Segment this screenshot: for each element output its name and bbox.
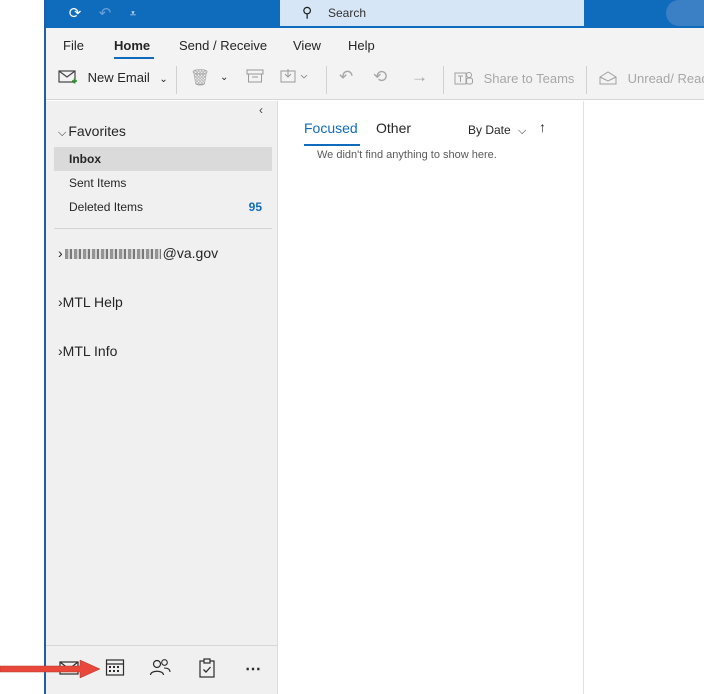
new-email-label: New Email (87, 70, 150, 85)
outlook-window: ⟳ ↶ ⩡ ⚲ Search File Home Send / Receive … (44, 0, 704, 694)
tab-home[interactable]: Home (114, 38, 150, 53)
empty-list-message: We didn't find anything to show here. (317, 149, 497, 161)
chevron-down-icon: ⌵ (518, 125, 527, 137)
new-email-icon (58, 70, 77, 84)
chevron-down-icon: ⌄ (159, 74, 168, 85)
move-icon[interactable] (280, 68, 310, 87)
people-icon[interactable] (147, 658, 173, 682)
reply-all-icon[interactable]: ⟲ (373, 67, 387, 87)
ribbon-tabs: File Home Send / Receive View Help (46, 28, 704, 60)
tab-help[interactable]: Help (348, 38, 375, 53)
tab-other[interactable]: Other (376, 120, 411, 136)
share-to-teams-button[interactable]: Share to Teams (454, 70, 574, 86)
teams-icon (454, 72, 473, 85)
tab-view[interactable]: View (293, 38, 321, 53)
sync-icon[interactable]: ⟳ (66, 5, 84, 23)
reading-pane (585, 101, 704, 694)
unread-read-label: Unread/ Read (627, 71, 704, 86)
profile-button[interactable] (666, 0, 704, 26)
annotation-arrow (0, 659, 101, 679)
focused-tab-indicator (304, 144, 360, 146)
customize-icon[interactable]: ⩡ (124, 5, 142, 23)
toolbar-divider (586, 66, 587, 94)
envelope-open-icon (599, 71, 617, 85)
title-bar: ⟳ ↶ ⩡ ⚲ Search (46, 0, 704, 28)
delete-dropdown-icon[interactable]: ⌄ (220, 72, 228, 83)
unread-count-badge: 95 (248, 200, 262, 214)
chevron-right-icon: › (58, 245, 63, 261)
desktop-margin (0, 0, 44, 694)
favorites-label: Favorites (68, 123, 126, 139)
tab-file[interactable]: File (63, 38, 84, 53)
folder-sent-items[interactable]: Sent Items (54, 171, 272, 195)
account-mtl-help[interactable]: ›MTL Help (58, 294, 123, 310)
delete-icon[interactable]: 🗑 (190, 68, 210, 88)
sort-label: By Date (468, 123, 511, 137)
folder-label: Inbox (69, 152, 101, 166)
folder-pane: ‹ ⌵ Favorites Inbox Sent Items Deleted It… (46, 101, 278, 645)
ribbon-toolbar: New Email ⌄ 🗑 ⌄ ↶ ⟲ → Share to Teams Unr… (46, 60, 704, 100)
account-label: MTL Help (62, 294, 123, 310)
sort-direction-icon[interactable]: ↑ (539, 119, 546, 135)
undo-icon[interactable]: ↶ (96, 5, 114, 23)
archive-icon[interactable] (246, 68, 264, 87)
account-primary[interactable]: › @va.gov (58, 245, 218, 261)
tab-send-receive[interactable]: Send / Receive (179, 38, 267, 53)
toolbar-divider (176, 66, 177, 94)
reply-icon[interactable]: ↶ (339, 67, 353, 87)
favorites-header[interactable]: ⌵ Favorites (58, 123, 126, 140)
more-icon[interactable]: ⋯ (240, 658, 266, 682)
sort-dropdown[interactable]: By Date ⌵ (468, 123, 526, 138)
tasks-icon[interactable] (194, 658, 220, 682)
toolbar-divider (443, 66, 444, 94)
account-label: @va.gov (162, 245, 219, 261)
search-icon: ⚲ (302, 4, 313, 20)
folder-deleted-items[interactable]: Deleted Items 95 (54, 195, 272, 219)
collapse-pane-button[interactable]: ‹ (259, 103, 263, 117)
folder-inbox[interactable]: Inbox (54, 147, 272, 171)
folder-label: Sent Items (69, 176, 127, 190)
toolbar-divider (326, 66, 327, 94)
message-list: Focused Other By Date ⌵ ↑ We didn't find… (279, 101, 584, 694)
new-email-button[interactable]: New Email ⌄ (58, 69, 168, 85)
folder-label: Deleted Items (69, 200, 144, 214)
active-tab-indicator (114, 57, 154, 59)
redacted-username (64, 249, 161, 260)
chevron-down-icon: ⌵ (58, 127, 67, 139)
account-mtl-info[interactable]: ›MTL Info (58, 343, 117, 359)
tab-focused[interactable]: Focused (304, 120, 358, 136)
nav-divider (54, 228, 272, 229)
forward-icon[interactable]: → (411, 67, 428, 87)
search-placeholder: Search (328, 6, 367, 20)
share-to-teams-label: Share to Teams (483, 71, 575, 86)
unread-read-button[interactable]: Unread/ Read (598, 70, 704, 86)
account-label: MTL Info (62, 343, 118, 359)
search-box[interactable]: ⚲ Search (280, 0, 584, 26)
